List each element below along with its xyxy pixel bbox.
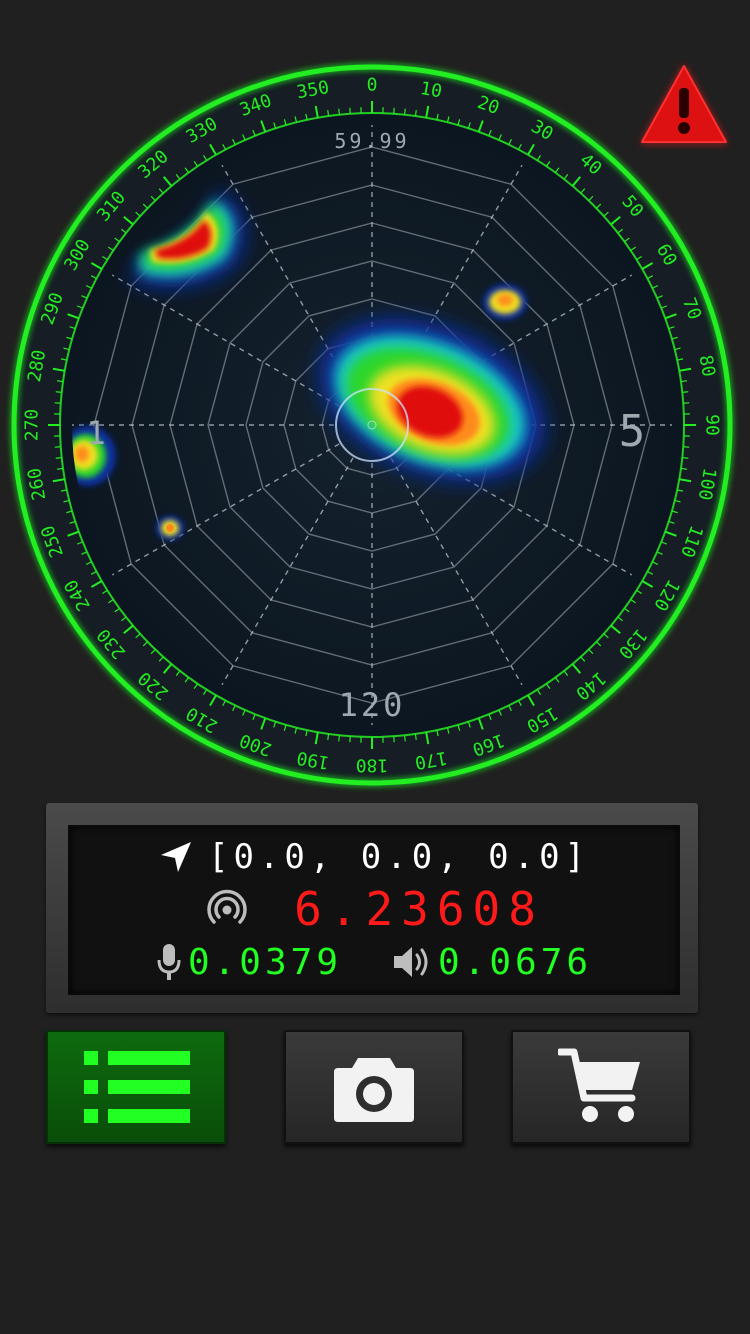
microphone-icon bbox=[157, 944, 181, 980]
shopping-cart-icon bbox=[558, 1048, 640, 1122]
bottom-value: 120 bbox=[339, 686, 406, 724]
bearing-label: 10 bbox=[419, 78, 444, 102]
location-arrow-icon bbox=[160, 842, 191, 872]
hotspot-right bbox=[483, 284, 527, 320]
camera-button[interactable] bbox=[284, 1030, 464, 1144]
bearing-label: 80 bbox=[695, 353, 719, 378]
bearing-tick bbox=[338, 735, 340, 742]
bearing-tick bbox=[682, 457, 689, 459]
bearing-tick bbox=[57, 380, 64, 383]
bearing-tick bbox=[404, 735, 406, 742]
bearing-tick bbox=[680, 467, 687, 470]
bearing-tick bbox=[680, 380, 687, 383]
right-marker: 5 bbox=[619, 406, 646, 457]
list-icon bbox=[84, 1051, 190, 1123]
bearing-tick bbox=[55, 391, 62, 393]
bearing-label: 270 bbox=[22, 409, 43, 442]
audio-row: 0.0379 0.0676 bbox=[70, 937, 678, 987]
readout-screen: [0.0, 0.0, 0.0] 6.23608 0.0379 0.0676 bbox=[68, 825, 680, 995]
speaker-icon bbox=[394, 947, 428, 977]
location-row: [0.0, 0.0, 0.0] bbox=[70, 833, 678, 881]
bearing-tick bbox=[57, 467, 64, 470]
left-marker: 1 bbox=[86, 414, 105, 452]
readout-panel: [0.0, 0.0, 0.0] 6.23608 0.0379 0.0676 bbox=[46, 803, 698, 1013]
warning-triangle-icon[interactable] bbox=[636, 58, 732, 150]
top-value: 59.99 bbox=[334, 129, 409, 153]
bearing-tick bbox=[55, 457, 62, 459]
signal-wave-icon bbox=[207, 889, 247, 924]
bearing-label: 0 bbox=[367, 75, 378, 96]
bearing-tick bbox=[338, 108, 340, 115]
hotspot-small-left bbox=[156, 516, 184, 540]
bearing-tick bbox=[682, 391, 689, 393]
bearing-tick bbox=[414, 110, 417, 117]
speaker-value: 0.0676 bbox=[438, 941, 593, 983]
cart-button[interactable] bbox=[511, 1030, 691, 1144]
bearing-label: 180 bbox=[356, 755, 389, 776]
coordinates-value: [0.0, 0.0, 0.0] bbox=[207, 837, 591, 877]
bearing-label: 90 bbox=[702, 414, 723, 436]
list-button[interactable] bbox=[46, 1030, 226, 1144]
bearing-tick bbox=[327, 110, 330, 117]
bearing-tick bbox=[327, 733, 330, 740]
signal-row: 6.23608 bbox=[70, 882, 678, 936]
signal-value: 6.23608 bbox=[294, 882, 544, 936]
bearing-tick bbox=[414, 733, 417, 740]
bearing-tick bbox=[404, 108, 406, 115]
camera-icon bbox=[334, 1058, 414, 1122]
microphone-value: 0.0379 bbox=[187, 941, 342, 983]
